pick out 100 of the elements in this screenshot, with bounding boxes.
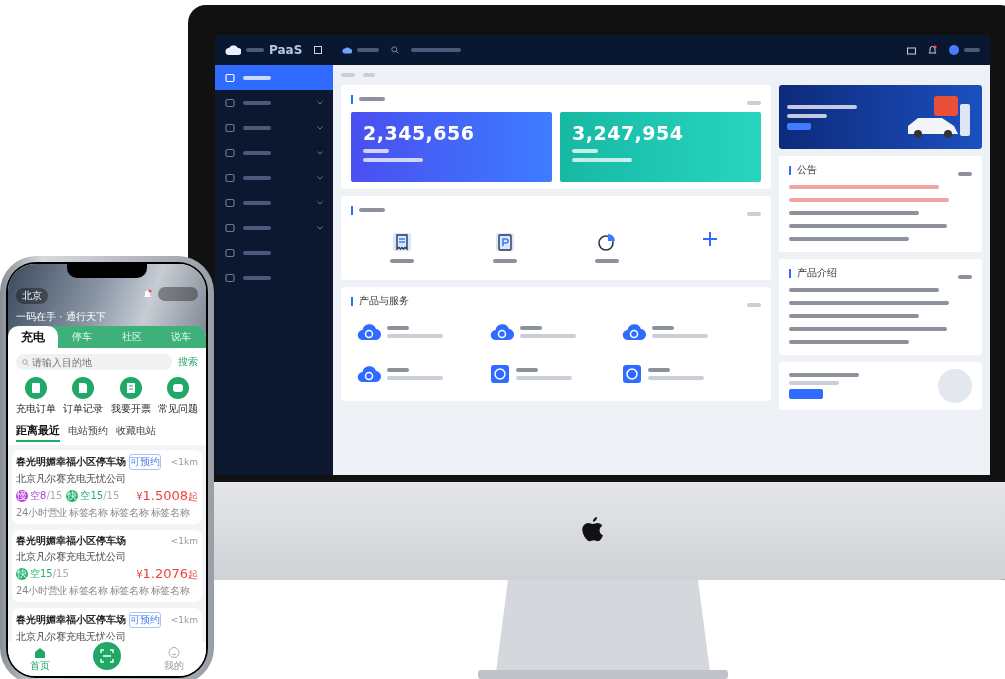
text-bar [652, 326, 675, 330]
text-bar [747, 302, 761, 307]
sub-tab[interactable]: 电站预约 [68, 424, 108, 442]
text-bar [359, 208, 385, 212]
cloud-icon [489, 322, 514, 342]
app-tile-icon [489, 364, 510, 384]
promo-banner[interactable] [779, 85, 982, 149]
station-name: 春光明媚幸福小区停车场 [16, 455, 126, 469]
action-button[interactable]: 订单记录 [63, 377, 104, 416]
tag: 标签名称 [109, 506, 149, 520]
receipt-icon[interactable] [391, 231, 414, 253]
station-card[interactable]: 春光明媚幸福小区停车场 可预约 <1km 北京凡尔赛充电无忧公司 慢 空8/15 快 空15/15 ¥1.5008起 24小时营业 标签名称 标签名称 标签名称 [12, 450, 202, 524]
charging-order-icon [25, 377, 47, 399]
text-bar [243, 175, 271, 180]
text-bar [246, 48, 264, 52]
text-bar [243, 275, 271, 280]
text-bar [411, 48, 462, 52]
reservable-badge: 可预约 [129, 612, 161, 628]
slot-count: 空8/15 [30, 489, 63, 503]
sidebar-item[interactable] [215, 65, 333, 90]
text-bar [387, 334, 443, 338]
text-bar [958, 274, 972, 279]
section-title: 公告 [797, 163, 817, 177]
text-bar [787, 104, 857, 109]
sub-tab[interactable]: 收藏电站 [116, 424, 156, 442]
section-title: 产品与服务 [359, 294, 409, 308]
text-bar [363, 158, 423, 162]
stat-value: 2,345,656 [363, 122, 476, 144]
company-name: 北京凡尔赛充电无忧公司 [16, 472, 127, 486]
document-icon [72, 377, 95, 399]
text-bar [243, 75, 271, 80]
tag: 标签名称 [150, 584, 190, 598]
text-bar [341, 73, 355, 77]
app-tile-icon [622, 364, 643, 384]
text-bar [789, 373, 859, 377]
text-bar [519, 334, 576, 338]
face-icon [168, 647, 181, 658]
cloud-icon [342, 46, 353, 54]
logo-text: PaaS [269, 43, 303, 57]
avatar[interactable] [949, 45, 959, 55]
parking-icon[interactable] [493, 231, 516, 253]
text-bar [648, 376, 705, 380]
text-bar [359, 97, 385, 101]
box-icon[interactable] [907, 45, 916, 55]
tag: 标签名称 [68, 584, 108, 598]
menu-item-icon [225, 222, 235, 233]
slogan: 一码在手 · 通行天下 [16, 310, 106, 324]
cloud-icon [357, 364, 381, 384]
text-bar [572, 158, 632, 162]
text-bar [363, 73, 375, 77]
menu-item-icon [225, 197, 235, 208]
search-icon[interactable] [391, 46, 400, 54]
action-button[interactable]: 我要开票 [110, 377, 151, 416]
menu-item-icon [225, 147, 235, 158]
text-bar [492, 259, 517, 263]
text-bar [387, 326, 409, 330]
distance: <1km [170, 536, 198, 546]
text-bar [515, 368, 538, 372]
banner-button[interactable] [787, 122, 811, 130]
menu-item-icon [225, 172, 235, 183]
cloud-icon [622, 322, 647, 342]
section-title: 产品介绍 [797, 266, 837, 280]
slot-type-badge: 快 [66, 490, 79, 502]
scan-button[interactable] [93, 642, 121, 670]
text-bar [243, 100, 271, 105]
slot-count: 空15/15 [80, 489, 120, 503]
text-bar [387, 368, 409, 372]
location-selector[interactable]: 北京 [16, 288, 48, 304]
text-bar [747, 100, 761, 105]
text-bar [243, 125, 271, 130]
reservable-badge: 可预约 [129, 454, 161, 470]
text-bar [243, 150, 271, 155]
search-field[interactable]: 请输入目的地 [16, 354, 172, 370]
capsule-menu[interactable] [158, 287, 198, 301]
stat-value: 3,247,954 [572, 122, 685, 144]
text-bar [243, 200, 271, 205]
invoice-icon [119, 377, 142, 399]
menu-item-icon [225, 122, 235, 133]
station-name: 春光明媚幸福小区停车场 [16, 613, 126, 627]
sub-tab[interactable]: 距离最近 [16, 423, 60, 442]
text-bar [519, 326, 542, 330]
distance: <1km [170, 457, 198, 467]
plus-icon[interactable] [701, 231, 718, 247]
text-bar [243, 225, 271, 230]
tag: 标签名称 [150, 506, 190, 520]
bell-icon[interactable] [928, 45, 937, 55]
text-bar [357, 48, 380, 52]
action-button[interactable]: 充电订单 [16, 377, 56, 416]
menu-item-icon [225, 247, 235, 258]
station-card[interactable]: 春光明媚幸福小区停车场 <1km 北京凡尔赛充电无忧公司 快 空15/15 ¥1.2076起 24小时营业 标签名称 标签名称 标签名称 [12, 530, 202, 602]
text-bar [652, 334, 709, 338]
text-bar [515, 376, 572, 380]
scan-icon [100, 649, 114, 663]
company-name: 北京凡尔赛充电无忧公司 [16, 550, 127, 564]
text-bar [964, 48, 980, 52]
text-bar [789, 381, 839, 385]
chat-icon [167, 377, 189, 399]
tab[interactable]: 充电 [8, 326, 58, 348]
text-bar [243, 250, 271, 255]
action-button[interactable]: 常见问题 [158, 377, 198, 416]
